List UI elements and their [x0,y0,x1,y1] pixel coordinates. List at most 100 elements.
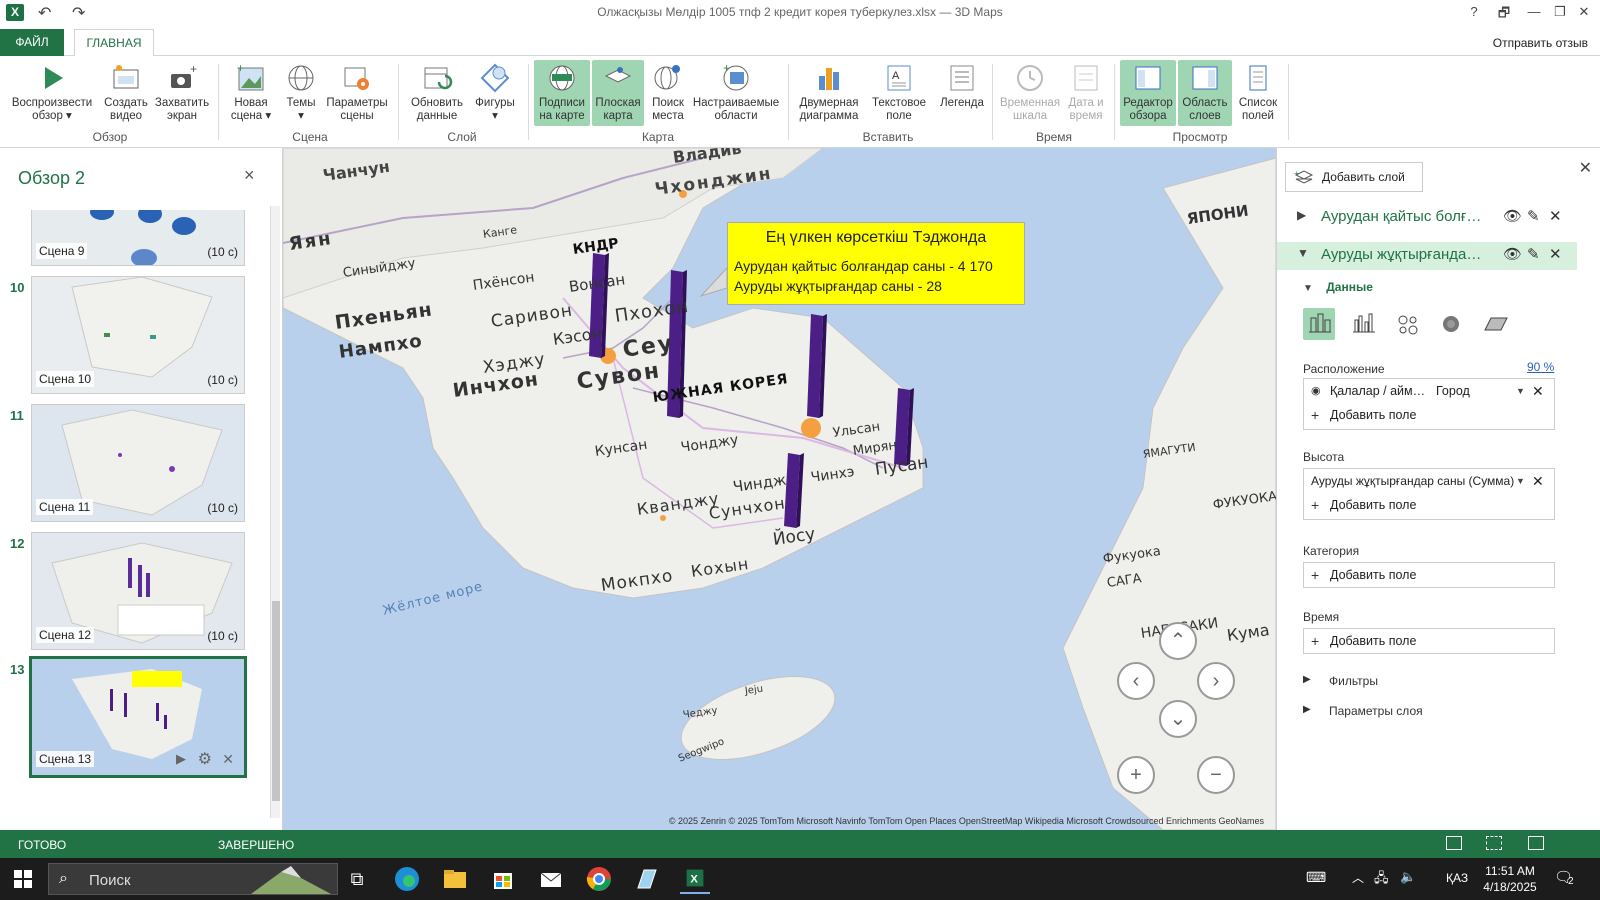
windows-start-icon[interactable] [14,870,32,888]
eye-icon[interactable]: 👁 [1503,245,1522,263]
clock[interactable]: 11:51 AM 4/18/2025 [1478,863,1542,895]
play-scene-icon[interactable]: ▶ [176,751,186,767]
delete-scene-icon[interactable]: ✕ [222,751,234,768]
layer-item-infected[interactable]: ▼ Ауруды жұқтырғандар саны 👁 ✎ ✕ [1277,242,1577,270]
scene-settings-icon[interactable]: ⚙ [198,749,212,769]
file-explorer-icon[interactable] [440,864,470,894]
delete-icon[interactable]: ✕ [1549,207,1562,225]
stacked-column-viz-button[interactable] [1303,308,1335,340]
map-labels-button[interactable]: Подписи на карте [534,60,590,126]
zoom-out-button[interactable]: − [1197,756,1235,794]
rotate-right-button[interactable]: › [1197,662,1235,700]
close-window-button[interactable]: ✕ [1574,4,1594,20]
add-field-row[interactable]: + Добавить поле [1304,493,1554,517]
delete-icon[interactable]: ✕ [1549,245,1562,263]
scene-card-12[interactable]: Сцена 12 (10 с) [31,532,245,650]
capture-screen-button[interactable]: + Захватить экран [154,60,210,126]
map-column-bar[interactable] [807,314,827,418]
add-field-row[interactable]: + Добавить поле [1304,629,1554,653]
tilt-up-button[interactable]: ⌃ [1159,622,1197,660]
task-view-icon[interactable]: ⧉ [342,864,372,894]
chrome-icon[interactable] [584,864,614,894]
language-indicator[interactable]: ҚАЗ [1446,871,1468,885]
layer-item-deaths[interactable]: ▶ Аурудан қайтыс болғандар саны 👁 ✎ ✕ [1277,204,1577,232]
collapse-icon[interactable]: ▼ [1297,246,1309,260]
fullscreen-icon[interactable] [1528,836,1544,850]
mail-icon[interactable] [536,864,566,894]
height-field-row[interactable]: Ауруды жұқтырғандар саны (Сумма) ▼ ✕ [1304,469,1554,493]
chevron-up-icon[interactable]: ︿ [1352,869,1364,886]
scene-card-10[interactable]: Сцена 10 (10 с) [31,276,245,394]
add-field-row[interactable]: + Добавить поле [1304,403,1554,427]
store-icon[interactable] [488,864,518,894]
add-field-row[interactable]: + Добавить поле [1304,563,1554,587]
create-video-button[interactable]: Создать видео [100,60,152,126]
2d-chart-button[interactable]: Двумерная диаграмма [796,60,862,126]
annotation-tooltip[interactable]: Ең үлкен көрсеткіш Тэджонда Аурудан қайт… [727,222,1025,305]
field-list-button[interactable]: Список полей [1234,60,1282,126]
tab-home[interactable]: ГЛАВНАЯ [74,29,154,57]
fit-view-icon[interactable] [1486,836,1502,850]
taskbar-search[interactable]: ⌕ Поиск [48,863,338,895]
refresh-data-button[interactable]: Обновить данные [406,60,468,126]
location-match-percent[interactable]: 90 % [1527,360,1554,374]
remove-field-icon[interactable]: ✕ [1532,469,1544,493]
heatmap-viz-button[interactable] [1435,308,1467,340]
date-time-button[interactable]: Дата и время [1064,60,1108,126]
pane-close-button[interactable]: ✕ [1579,158,1592,178]
add-layer-button[interactable]: + Добавить слой [1285,162,1423,192]
flat-map-button[interactable]: Плоская карта [592,60,644,126]
rotate-left-button[interactable]: ‹ [1117,662,1155,700]
send-feedback-link[interactable]: Отправить отзыв [1493,36,1588,50]
text-box-button[interactable]: A Текстовое поле [866,60,932,126]
remove-field-icon[interactable]: ✕ [1532,379,1544,403]
tour-editor-button[interactable]: Редактор обзора [1120,60,1176,126]
zoom-in-button[interactable]: + [1117,756,1155,794]
screen-capture-icon[interactable] [1446,836,1462,850]
location-field-row[interactable]: ◉ Қалалар / аймақтар Город ▼ ✕ [1304,379,1554,403]
region-viz-button[interactable] [1479,308,1511,340]
undo-icon[interactable]: ↶ [38,3,51,23]
legend-button[interactable]: Легенда [934,60,990,126]
pencil-icon[interactable]: ✎ [1527,207,1540,225]
scene-options-button[interactable]: Параметры сцены [324,60,390,126]
timeline-button[interactable]: Временная шкала [998,60,1062,126]
ribbon-display-button[interactable]: 🗗 [1494,4,1514,26]
minimize-button[interactable]: — [1524,4,1544,19]
scene-card-9[interactable]: Сцена 9 (10 с) [31,210,245,266]
excel-taskbar-icon[interactable]: X [680,864,710,894]
tilt-down-button[interactable]: ⌄ [1159,700,1197,738]
volume-icon[interactable]: 🔈 [1400,869,1416,885]
themes-button[interactable]: Темы ▾ [280,60,322,126]
radio-icon[interactable]: ◉ [1311,379,1321,403]
tour-close-button[interactable]: × [244,165,255,186]
redo-icon[interactable]: ↷ [72,3,85,23]
dropdown-icon[interactable]: ▼ [1516,379,1525,403]
network-icon[interactable]: 🖧 [1374,869,1389,891]
edge-icon[interactable] [392,864,422,894]
new-scene-button[interactable]: + Новая сцена ▾ [224,60,278,126]
dropdown-icon[interactable]: ▼ [1516,469,1525,493]
clustered-column-viz-button[interactable] [1347,308,1379,340]
scene-card-11[interactable]: Сцена 11 (10 с) [31,404,245,522]
expand-icon[interactable]: ▶ [1297,208,1306,222]
maximize-button[interactable]: ❐ [1550,4,1570,20]
shapes-button[interactable]: Фигуры ▾ [470,60,520,126]
help-button[interactable]: ? [1464,4,1484,19]
layer-pane-button[interactable]: Область слоев [1178,60,1232,126]
pencil-icon[interactable]: ✎ [1527,245,1540,263]
map-view[interactable]: Чанчун Владив Чхонджин Яян Канге КНДР Си… [283,148,1276,830]
data-section-header[interactable]: ▼ Данные [1303,280,1373,294]
tour-scrollbar[interactable] [270,206,280,818]
scene-card-13[interactable]: Сцена 13 ▶ ⚙ ✕ [29,656,247,778]
play-tour-button[interactable]: Воспроизвести обзор ▾ [6,60,98,126]
map-column-bar[interactable] [784,453,804,528]
eye-icon[interactable]: 👁 [1503,207,1522,225]
scrollbar-thumb[interactable] [272,601,280,801]
bubble-viz-button[interactable] [1391,308,1423,340]
keyboard-icon[interactable]: ⌨ [1306,869,1326,886]
tab-file[interactable]: ФАЙЛ [0,29,64,56]
custom-regions-button[interactable]: + Настраиваемые области [692,60,780,126]
tablet-app-icon[interactable] [632,864,662,894]
find-location-button[interactable]: Поиск места [646,60,690,126]
